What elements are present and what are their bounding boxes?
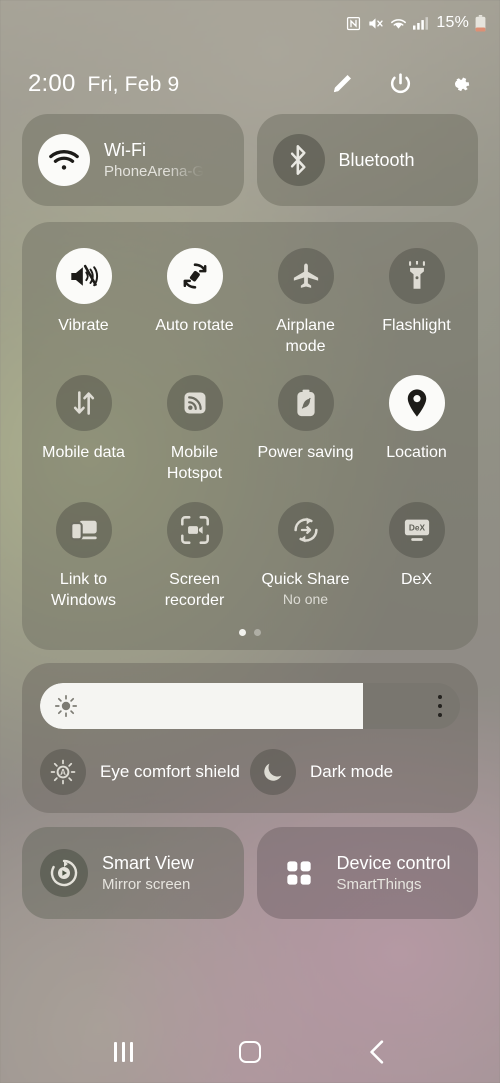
gear-icon[interactable] [446,71,472,97]
toggle-auto-rotate[interactable]: Auto rotate [139,248,250,357]
brightness-panel: A Eye comfort shield Dark mode [22,663,478,813]
tile-bluetooth[interactable]: Bluetooth [256,114,478,206]
tile-wifi[interactable]: Wi-Fi PhoneArena-G [22,114,244,206]
brightness-slider[interactable] [40,683,460,729]
toggle-vibrate[interactable]: Vibrate [28,248,139,357]
power-icon[interactable] [387,71,413,97]
status-bar: 15% [0,0,500,46]
toggle-label: Mobile Hotspot [166,444,223,482]
mute-icon [367,16,384,31]
tile-bluetooth-title: Bluetooth [338,150,415,170]
tile-smart-view-subtitle: Mirror screen [102,875,191,893]
tile-smart-view-title: Smart View [102,852,194,873]
toggle-sublabel: No one [282,591,329,607]
toggles-row-1: Vibrate Auto rotate Airplane mode Flashl… [28,248,472,357]
connection-tiles-row: Wi-Fi PhoneArena-G Bluetooth [0,114,500,206]
toggles-row-3: Link to Windows Screen recorder Quick Sh… [28,502,472,611]
recents-button[interactable] [100,1029,146,1075]
toggle-label: Screen recorder [164,571,225,609]
svg-text:DeX: DeX [408,523,425,533]
mobile-data-icon[interactable] [55,375,112,431]
signal-icon [413,16,429,30]
brightness-extras-row: A Eye comfort shield Dark mode [40,749,460,795]
toggle-label: Airplane mode [276,317,335,355]
quick-share-icon[interactable] [277,502,334,558]
home-button[interactable] [227,1029,273,1075]
svg-text:A: A [60,768,66,777]
airplane-icon[interactable] [277,248,334,304]
home-icon [238,1041,261,1063]
toggle-eye-comfort-shield[interactable]: A Eye comfort shield [40,749,250,795]
toggle-label: Location [386,444,447,461]
location-pin-icon[interactable] [388,375,445,431]
toggle-label: Quick Share [261,571,350,588]
eye-comfort-icon[interactable]: A [40,749,86,795]
toggles-panel: Vibrate Auto rotate Airplane mode Flashl… [22,222,478,650]
pencil-icon[interactable] [328,71,354,97]
brightness-sun-icon [54,694,78,718]
toggle-label: Link to Windows [51,571,116,609]
bluetooth-icon[interactable] [272,134,325,186]
back-button[interactable] [354,1029,400,1075]
tile-wifi-subtitle: PhoneArena-G [104,162,205,180]
recents-icon [113,1042,133,1062]
power-saving-icon[interactable] [277,375,334,431]
page-dot-1[interactable] [239,629,246,636]
toggle-mobile-data[interactable]: Mobile data [28,375,139,484]
toggle-label: Vibrate [58,317,109,334]
toggle-quick-share[interactable]: Quick Share No one [250,502,361,611]
toggle-dark-mode[interactable]: Dark mode [250,749,460,795]
moon-icon[interactable] [250,749,296,795]
clock-time: 2:00 [28,70,76,97]
grid-squares-icon [275,849,323,897]
page-dot-2[interactable] [254,629,261,636]
clock-date: Fri, Feb 9 [87,73,180,96]
bottom-tiles-row: Smart View Mirror screen Device control … [0,813,500,919]
clock-block[interactable]: 2:00 Fri, Feb 9 [28,70,179,98]
vibrate-icon[interactable] [55,248,112,304]
toggle-flashlight[interactable]: Flashlight [361,248,472,357]
auto-rotate-icon[interactable] [166,248,223,304]
back-chevron-icon [369,1040,383,1064]
screen-recorder-icon[interactable] [166,502,223,558]
hotspot-icon[interactable] [166,375,223,431]
toggle-location[interactable]: Location [361,375,472,484]
toggle-power-saving[interactable]: Power saving [250,375,361,484]
wifi-icon[interactable] [38,134,90,186]
battery-percent-label: 15% [436,14,469,31]
eye-comfort-label: Eye comfort shield [100,762,240,781]
toggle-label: Mobile data [42,444,125,461]
navigation-bar [0,1021,500,1083]
dark-mode-label: Dark mode [310,762,394,781]
dex-icon[interactable]: DeX [388,502,445,558]
page-indicator [28,611,472,642]
tile-device-control[interactable]: Device control SmartThings [256,827,478,919]
link-to-windows-icon[interactable] [55,502,112,558]
tile-device-control-title: Device control [336,852,451,873]
tile-device-control-subtitle: SmartThings [336,875,422,893]
toggle-airplane-mode[interactable]: Airplane mode [250,248,361,357]
toggle-label: Power saving [257,444,354,461]
toggle-screen-recorder[interactable]: Screen recorder [139,502,250,611]
more-options-icon[interactable] [438,683,442,729]
toggles-row-2: Mobile data Mobile Hotspot Power saving … [28,375,472,484]
toggle-mobile-hotspot[interactable]: Mobile Hotspot [139,375,250,484]
tile-wifi-title: Wi-Fi [104,139,146,160]
brightness-slider-fill [40,683,364,729]
nfc-icon [346,16,361,31]
toggle-label: Auto rotate [155,317,234,334]
tile-smart-view[interactable]: Smart View Mirror screen [22,827,244,919]
wifi-icon [390,16,407,31]
toggle-label: Flashlight [382,317,451,334]
toggle-label: DeX [400,571,433,588]
header-actions [328,71,478,97]
toggle-dex[interactable]: DeX DeX [361,502,472,611]
smart-view-icon [40,849,88,897]
toggle-link-to-windows[interactable]: Link to Windows [28,502,139,611]
battery-icon [475,14,486,32]
quick-settings-header: 2:00 Fri, Feb 9 [0,46,500,114]
flashlight-icon[interactable] [388,248,445,304]
